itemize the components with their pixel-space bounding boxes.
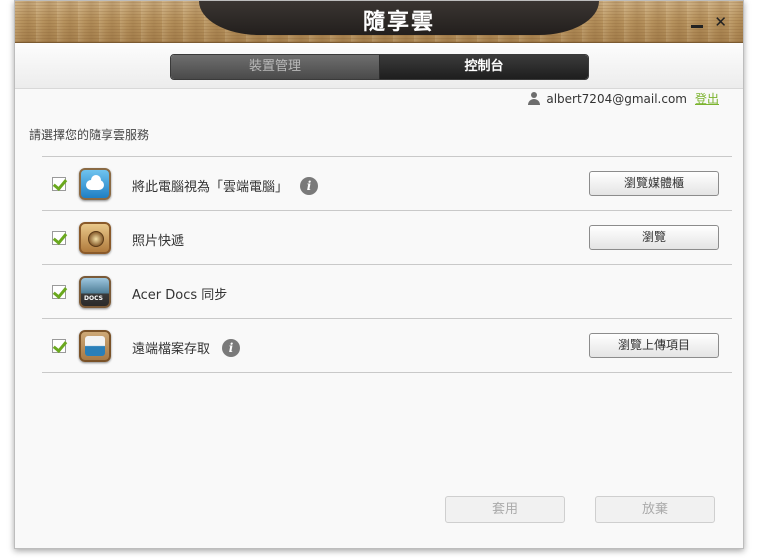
service-checkbox[interactable]	[52, 177, 66, 191]
browse-media-button[interactable]: 瀏覽媒體櫃	[589, 171, 719, 196]
service-label-text: 將此電腦視為「雲端電腦」	[132, 180, 289, 195]
apply-button[interactable]: 套用	[445, 496, 565, 523]
service-checkbox[interactable]	[52, 285, 66, 299]
service-label: 照片快遞	[132, 230, 184, 249]
service-row-acer-docs: Acer Docs 同步	[42, 265, 732, 319]
tab-dashboard[interactable]: 控制台	[380, 55, 588, 79]
minimize-icon[interactable]	[691, 25, 704, 28]
photo-express-icon	[79, 222, 111, 254]
info-icon[interactable]: i	[300, 176, 319, 195]
title-bar: 隨享雲 ✕	[15, 1, 743, 43]
info-icon[interactable]: i	[222, 338, 241, 357]
remote-files-icon	[79, 330, 111, 362]
tab-group: 裝置管理 控制台	[170, 54, 589, 80]
user-icon	[528, 92, 541, 105]
service-label-text: 照片快遞	[132, 234, 185, 249]
acer-docs-icon	[79, 276, 111, 308]
service-label: 遠端檔案存取 i	[132, 338, 241, 357]
service-checkbox[interactable]	[52, 231, 66, 245]
service-label: 將此電腦視為「雲端電腦」 i	[132, 176, 319, 195]
service-row-photo-express: 照片快遞 瀏覽	[42, 211, 732, 265]
browse-button[interactable]: 瀏覽	[589, 225, 719, 250]
service-label-text: 遠端檔案存取	[132, 342, 211, 357]
window-title: 隨享雲	[362, 10, 435, 35]
tab-bar: 裝置管理 控制台	[15, 43, 743, 89]
service-checkbox[interactable]	[52, 339, 66, 353]
service-label: Acer Docs 同步	[132, 284, 227, 303]
app-window: 隨享雲 ✕ 裝置管理 控制台 albert7204@gmail.com 登出 請…	[14, 0, 744, 549]
cloud-pc-icon	[79, 168, 111, 200]
browse-uploads-button[interactable]: 瀏覽上傳項目	[589, 333, 719, 358]
account-line: albert7204@gmail.com 登出	[528, 90, 719, 107]
account-email: albert7204@gmail.com	[546, 91, 687, 106]
service-list: 將此電腦視為「雲端電腦」 i 瀏覽媒體櫃 照片快遞 瀏覽 Acer Docs 同…	[42, 156, 732, 373]
window-controls: ✕	[685, 13, 727, 31]
close-icon[interactable]: ✕	[714, 13, 727, 31]
service-row-cloud-pc: 將此電腦視為「雲端電腦」 i 瀏覽媒體櫃	[42, 157, 732, 211]
service-label-text: Acer Docs 同步	[132, 288, 228, 303]
service-row-remote-files: 遠端檔案存取 i 瀏覽上傳項目	[42, 319, 732, 373]
title-tab: 隨享雲	[199, 1, 599, 35]
logout-link[interactable]: 登出	[695, 90, 719, 107]
discard-button[interactable]: 放棄	[595, 496, 715, 523]
section-title: 請選擇您的隨享雲服務	[29, 128, 150, 142]
tab-device-management[interactable]: 裝置管理	[171, 55, 380, 79]
